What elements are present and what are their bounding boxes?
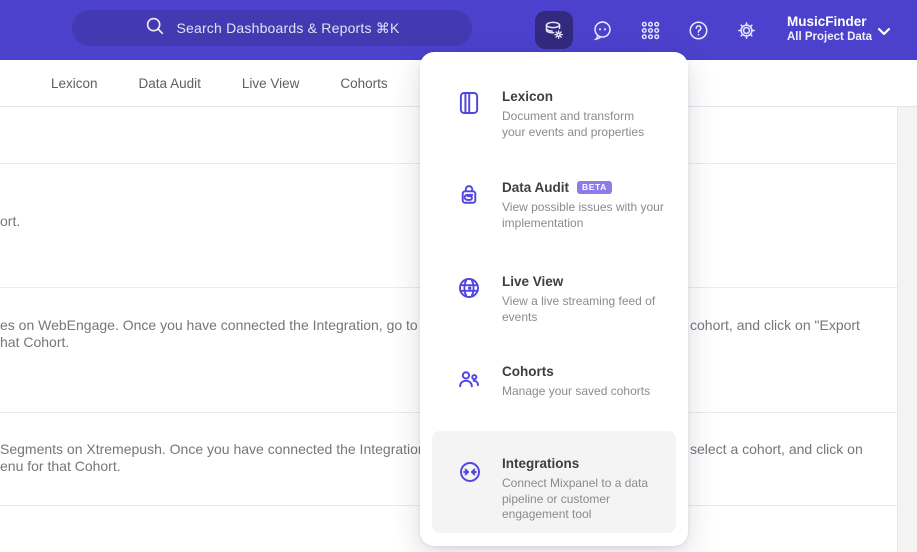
table-row-text: ort. <box>0 213 21 229</box>
menu-item-live-view[interactable]: Live View View a live streaming feed of … <box>420 273 688 325</box>
project-scope: All Project Data <box>787 31 872 43</box>
feedback-chat-icon[interactable] <box>583 11 621 49</box>
project-selector[interactable]: MusicFinder All Project Data <box>787 13 872 45</box>
menu-item-integrations[interactable]: Integrations Connect Mixpanel to a data … <box>432 431 676 533</box>
tab-data-audit[interactable]: Data Audit <box>139 76 201 91</box>
menu-item-description: View possible issues with your implement… <box>502 200 664 230</box>
table-row-text: cohort, and click on "Export <box>690 317 860 333</box>
top-header: Search Dashboards & Reports ⌘K MusicFind… <box>0 0 917 60</box>
apps-dropdown-menu: Lexicon Document and transform your even… <box>420 52 688 546</box>
lexicon-book-icon <box>456 90 482 116</box>
app-window: ort. es on WebEngage. Once you have conn… <box>0 0 917 552</box>
menu-item-data-audit[interactable]: Data Audit BETA View possible issues wit… <box>420 179 688 231</box>
live-view-globe-icon <box>456 275 482 301</box>
menu-item-title: Integrations <box>502 456 580 471</box>
tab-cohorts[interactable]: Cohorts <box>340 76 387 91</box>
menu-item-lexicon[interactable]: Lexicon Document and transform your even… <box>420 88 688 140</box>
search-input[interactable]: Search Dashboards & Reports ⌘K <box>72 10 472 46</box>
integrations-sync-icon <box>457 459 483 485</box>
tab-lexicon[interactable]: Lexicon <box>51 76 98 91</box>
table-row-text: select a cohort, and click on <box>690 441 863 457</box>
menu-item-title: Lexicon <box>502 89 554 104</box>
tab-live-view[interactable]: Live View <box>242 76 300 91</box>
menu-item-description: Connect Mixpanel to a data pipeline or c… <box>502 476 649 521</box>
menu-item-title: Cohorts <box>502 364 554 379</box>
help-icon[interactable] <box>679 11 717 49</box>
search-placeholder: Search Dashboards & Reports ⌘K <box>176 19 400 36</box>
settings-gear-icon[interactable] <box>727 11 765 49</box>
data-audit-lock-icon <box>456 181 482 207</box>
menu-item-description: Manage your saved cohorts <box>502 384 651 398</box>
search-icon <box>144 15 166 42</box>
menu-item-title: Data Audit <box>502 180 569 195</box>
cohorts-people-icon <box>456 365 482 391</box>
menu-item-description: Document and transform your events and p… <box>502 109 645 139</box>
menu-item-title: Live View <box>502 274 564 289</box>
scrollbar-gutter[interactable] <box>897 107 917 552</box>
menu-item-description: View a live streaming feed of events <box>502 294 656 324</box>
menu-item-cohorts[interactable]: Cohorts Manage your saved cohorts <box>420 363 688 400</box>
beta-badge: BETA <box>577 181 612 194</box>
chevron-down-icon[interactable] <box>876 24 892 43</box>
project-name: MusicFinder <box>787 14 867 29</box>
data-management-icon[interactable] <box>535 11 573 49</box>
apps-grid-icon[interactable] <box>631 11 669 49</box>
